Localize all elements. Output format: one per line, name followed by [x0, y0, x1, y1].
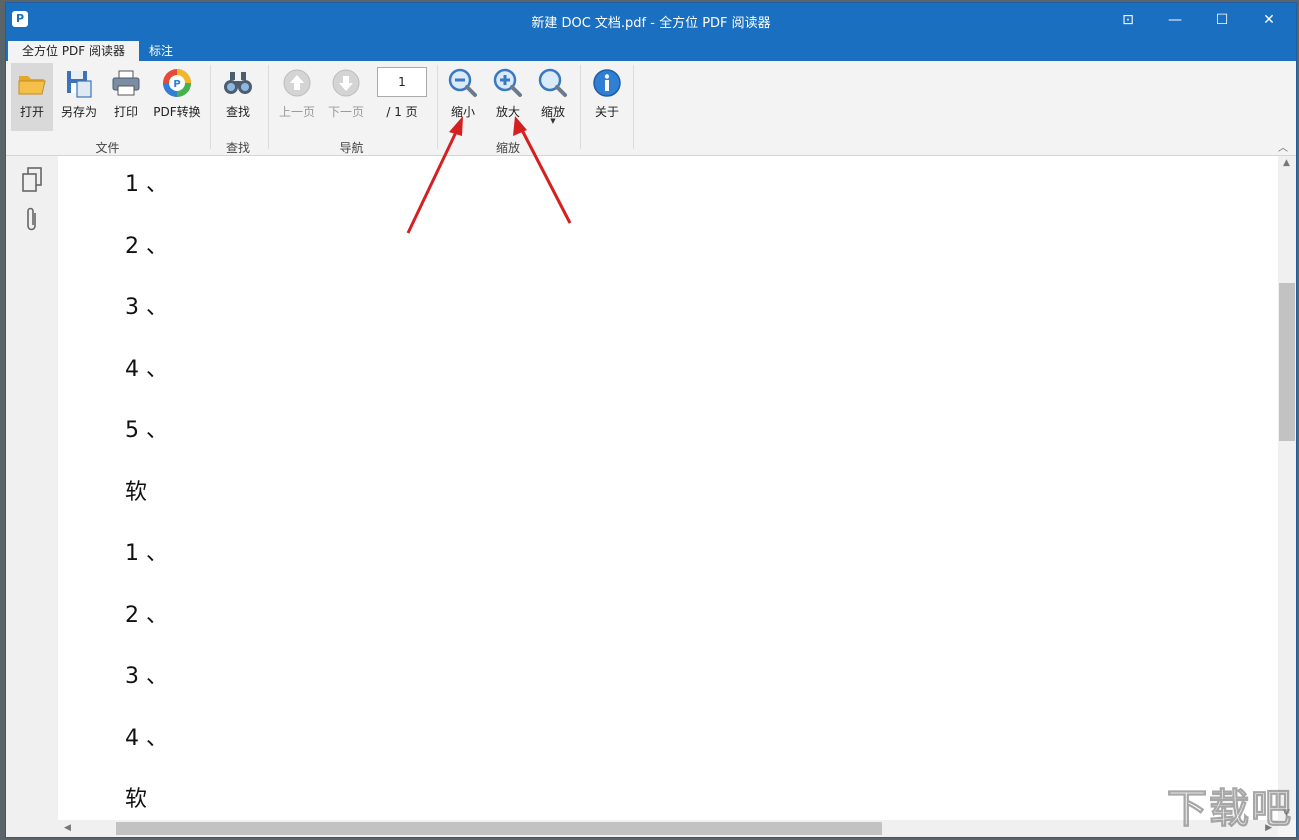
tab-annotate[interactable]: 标注 [135, 41, 187, 61]
side-panel [6, 156, 58, 837]
zoom-in-button[interactable]: 放大 [488, 63, 528, 131]
pdf-convert-label: PDF转换 [153, 105, 201, 119]
find-label: 查找 [225, 105, 250, 119]
document-line: 2 、 [125, 233, 168, 259]
vertical-scrollbar[interactable]: ▲ ▼ [1278, 156, 1296, 820]
pdf-convert-button[interactable]: P PDF转换 [150, 63, 204, 131]
horizontal-scrollbar[interactable]: ◀ ▶ [58, 820, 1278, 837]
ribbon-tab-bar: 全方位 PDF 阅读器 标注 [6, 37, 1296, 61]
svg-text:P: P [173, 79, 180, 90]
zoom-out-label: 缩小 [450, 105, 475, 119]
save-as-button[interactable]: 另存为 [58, 63, 100, 131]
next-page-button[interactable]: 下一页 [324, 63, 368, 131]
tab-reader[interactable]: 全方位 PDF 阅读器 [8, 41, 140, 61]
watermark: 下载吧 [1167, 786, 1293, 833]
app-window: P 新建 DOC 文档.pdf - 全方位 PDF 阅读器 ⊡ — ☐ ✕ 全方… [6, 3, 1296, 837]
maximize-button[interactable]: ☐ [1199, 3, 1245, 37]
group-separator [268, 65, 269, 149]
arrow-up-icon [283, 69, 311, 97]
group-separator [580, 65, 581, 149]
document-line: 3 、 [125, 664, 168, 689]
group-separator [633, 65, 634, 149]
folder-open-icon [18, 76, 46, 95]
prev-page-label: 上一页 [278, 105, 315, 119]
document-line: 软 [125, 479, 148, 505]
zoom-group-label: 缩放 [495, 141, 520, 155]
zoom-in-icon [493, 68, 522, 97]
title-bar: P 新建 DOC 文档.pdf - 全方位 PDF 阅读器 ⊡ — ☐ ✕ [6, 3, 1296, 37]
document-line: 1 、 [125, 541, 168, 566]
page-total: / 1 页 [377, 63, 427, 131]
about-label: 关于 [594, 105, 619, 119]
collapse-ribbon-icon[interactable]: ︿ [1278, 139, 1288, 154]
document-view[interactable]: 1 、 2 、 3 、 4 、 5 、软 1 、 2 、 3 、 4 、软 [58, 156, 1278, 820]
minimize-button[interactable]: — [1152, 3, 1198, 37]
document-line: 软 [125, 787, 148, 812]
print-label: 打印 [113, 105, 138, 119]
zoom-dropdown-button[interactable]: 缩放 ▼ [533, 63, 573, 131]
group-separator [437, 65, 438, 149]
print-button[interactable]: 打印 [106, 63, 146, 131]
open-button[interactable]: 打开 [11, 63, 53, 131]
group-separator [210, 65, 211, 149]
zoom-icon [538, 68, 567, 97]
document-line: 2 、 [125, 602, 168, 628]
prev-page-button[interactable]: 上一页 [276, 63, 318, 131]
arrow-down-icon [332, 69, 360, 97]
zoom-out-button[interactable]: 缩小 [443, 63, 483, 131]
pages-icon[interactable] [20, 166, 44, 194]
document-line: 4 、 [125, 356, 168, 382]
pin-button[interactable]: ⊡ [1105, 3, 1151, 37]
printer-icon [112, 70, 140, 96]
page-total-label: / 1 页 [386, 105, 418, 119]
scroll-left-icon[interactable]: ◀ [64, 823, 71, 833]
horizontal-scroll-thumb[interactable] [116, 822, 882, 835]
save-as-label: 另存为 [60, 105, 97, 119]
dropdown-arrow-icon: ▼ [550, 117, 556, 125]
vertical-scroll-thumb[interactable] [1279, 283, 1295, 441]
nav-group-label: 导航 [339, 141, 364, 155]
zoom-out-icon [448, 68, 477, 97]
document-line: 5 、 [125, 418, 168, 443]
find-button[interactable]: 查找 [216, 63, 260, 131]
info-icon [593, 69, 621, 97]
save-as-icon [67, 71, 92, 98]
close-button[interactable]: ✕ [1246, 3, 1292, 37]
attachment-icon[interactable] [20, 206, 44, 234]
document-line: 1 、 [125, 172, 168, 197]
open-label: 打开 [19, 105, 44, 119]
window-title: 新建 DOC 文档.pdf - 全方位 PDF 阅读器 [531, 16, 771, 31]
document-line: 4 、 [125, 725, 168, 751]
find-group-label: 查找 [225, 141, 250, 155]
file-group-label: 文件 [95, 141, 120, 155]
document-line: 3 、 [125, 295, 168, 320]
pdf-convert-icon: P [163, 69, 191, 97]
next-page-label: 下一页 [327, 105, 364, 119]
binoculars-icon [224, 72, 252, 94]
about-button[interactable]: 关于 [587, 63, 627, 131]
zoom-in-label: 放大 [495, 105, 520, 119]
scroll-up-icon[interactable]: ▲ [1283, 158, 1290, 168]
ribbon: 打开 另存为 打印 P PDF转换 文件 查找 查找 上一页 下一页 1 / 1… [6, 61, 1296, 156]
